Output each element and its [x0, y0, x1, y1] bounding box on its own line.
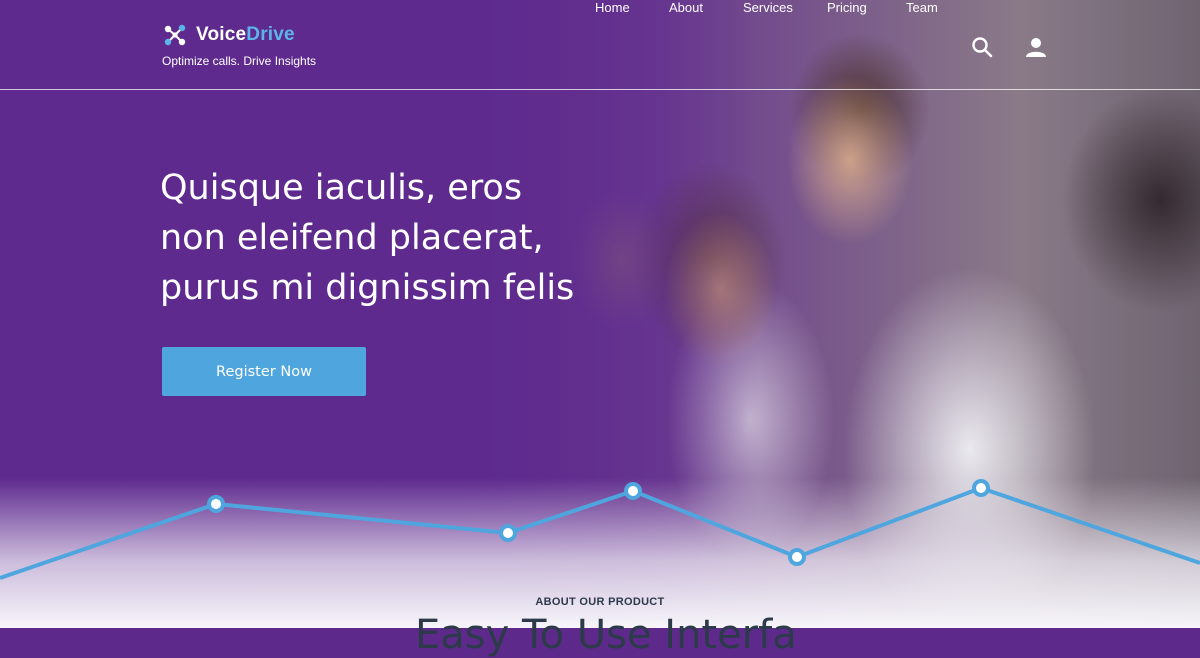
headline-line-2: non eleifend placerat,	[160, 218, 544, 258]
section-title: Easy To Use Interfa	[415, 612, 797, 658]
site-header: VoiceDrive Optimize calls. Drive Insight…	[0, 0, 1200, 90]
brand-name: VoiceDrive	[196, 24, 295, 45]
nav-team[interactable]: Team	[906, 0, 938, 15]
nav-home[interactable]: Home	[595, 0, 630, 15]
nav-services[interactable]: Services	[743, 0, 793, 15]
decorative-line-graph	[0, 479, 1200, 580]
graph-point	[499, 524, 517, 542]
brand[interactable]: VoiceDrive Optimize calls. Drive Insight…	[162, 22, 316, 68]
search-icon[interactable]	[971, 36, 993, 58]
headline-line-1: Quisque iaculis, eros	[160, 168, 523, 208]
nav-about[interactable]: About	[669, 0, 703, 15]
graph-line	[0, 486, 1200, 580]
graph-point	[788, 548, 806, 566]
section-eyebrow: ABOUT OUR PRODUCT	[535, 596, 665, 608]
brand-tagline: Optimize calls. Drive Insights	[162, 54, 317, 68]
headline-line-3: purus mi dignissim felis	[160, 268, 575, 308]
graph-point	[207, 495, 225, 513]
register-now-button[interactable]: Register Now	[162, 347, 366, 396]
graph-point	[972, 479, 990, 497]
user-icon[interactable]	[1025, 36, 1047, 58]
graph-point	[624, 482, 642, 500]
hero-headline: Quisque iaculis, eros non eleifend place…	[160, 163, 600, 313]
nav-pricing[interactable]: Pricing	[827, 0, 867, 15]
molecule-icon	[164, 24, 186, 46]
